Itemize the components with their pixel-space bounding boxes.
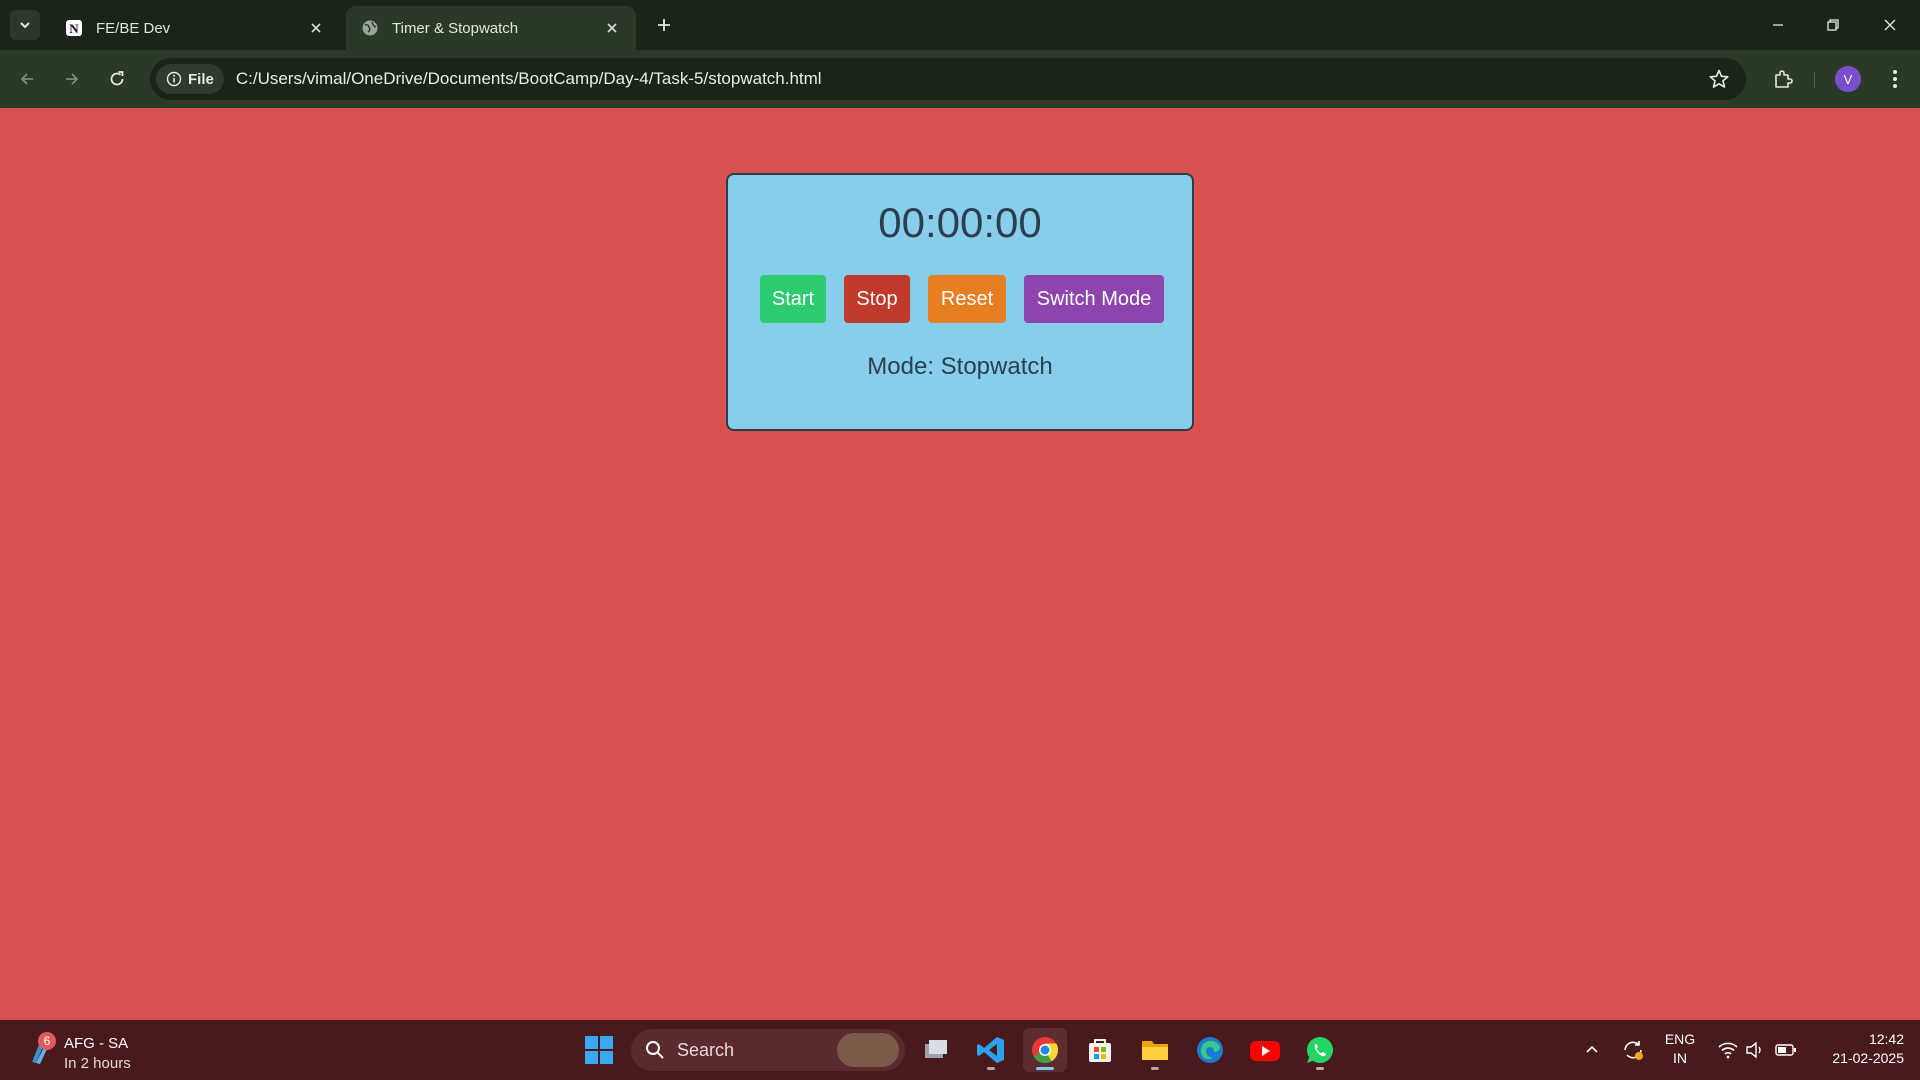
show-hidden-icons-button[interactable] <box>1578 1034 1606 1066</box>
browser-titlebar: N FE/BE Dev Timer & Stopwatch <box>0 0 1920 50</box>
chrome-icon <box>1032 1037 1059 1064</box>
time-display: 00:00:00 <box>878 199 1042 246</box>
clock-time: 12:42 <box>1868 1031 1904 1047</box>
search-icon <box>646 1041 664 1059</box>
microsoft-store-button[interactable] <box>1078 1028 1122 1072</box>
search-placeholder: Search <box>677 1039 735 1060</box>
weather-line-2: In 2 hours <box>64 1055 131 1072</box>
running-indicator <box>1316 1067 1324 1070</box>
arrow-right-icon <box>66 73 79 85</box>
speaker-icon <box>1746 1041 1761 1059</box>
weather-widget[interactable]: 6 AFG - SA In 2 hours <box>22 1026 152 1074</box>
extensions-button[interactable] <box>1768 64 1798 94</box>
arrow-left-icon <box>20 73 33 85</box>
forward-button[interactable] <box>57 64 87 94</box>
close-window-button[interactable] <box>1872 10 1908 40</box>
back-button[interactable] <box>12 64 42 94</box>
browser-toolbar: File C:/Users/vimal/OneDrive/Documents/B… <box>0 50 1920 108</box>
language-code: ENG <box>1664 1031 1696 1047</box>
file-explorer-button[interactable] <box>1133 1028 1177 1072</box>
task-view-button[interactable] <box>914 1028 958 1072</box>
clock-date: 21-02-2025 <box>1832 1050 1904 1066</box>
info-icon <box>166 71 182 87</box>
globe-icon <box>360 18 380 38</box>
svg-text:N: N <box>69 21 79 36</box>
taskbar-search-box[interactable]: Search <box>631 1029 905 1071</box>
whatsapp-taskbar-button[interactable] <box>1298 1028 1342 1072</box>
tab-search-button[interactable] <box>10 10 40 40</box>
address-bar[interactable]: File C:/Users/vimal/OneDrive/Documents/B… <box>150 58 1746 100</box>
control-buttons: Start Stop Reset Switch Mode <box>760 275 1164 323</box>
toolbar-separator <box>1814 72 1815 88</box>
reload-icon <box>110 71 124 86</box>
windows-start-button[interactable] <box>577 1028 621 1072</box>
battery-icon <box>1775 1044 1796 1056</box>
puzzle-icon <box>1775 70 1793 88</box>
reset-button[interactable]: Reset <box>928 275 1006 323</box>
new-tab-button[interactable] <box>652 13 676 37</box>
language-indicator[interactable]: ENG IN <box>1658 1030 1702 1068</box>
vscode-icon <box>977 1037 1004 1063</box>
wifi-icon <box>1718 1042 1738 1059</box>
notification-badge: 6 <box>38 1032 56 1050</box>
restore-button[interactable] <box>1815 10 1851 40</box>
chrome-taskbar-button[interactable] <box>1023 1028 1067 1072</box>
task-view-icon <box>925 1040 947 1058</box>
stop-button[interactable]: Stop <box>844 275 910 323</box>
close-icon[interactable] <box>306 18 326 38</box>
running-indicator <box>1036 1067 1054 1070</box>
microsoft-store-icon <box>1089 1039 1111 1062</box>
start-button[interactable]: Start <box>760 275 826 323</box>
weather-line-1: AFG - SA <box>64 1035 129 1052</box>
running-indicator <box>1151 1067 1159 1070</box>
edge-icon <box>1197 1037 1223 1063</box>
file-explorer-icon <box>1142 1041 1168 1060</box>
browser-menu-button[interactable] <box>1880 64 1910 94</box>
youtube-taskbar-button[interactable] <box>1243 1028 1287 1072</box>
whatsapp-icon <box>1306 1036 1334 1063</box>
wifi-status[interactable] <box>1714 1034 1742 1066</box>
volume-status[interactable] <box>1742 1034 1768 1066</box>
youtube-icon <box>1250 1041 1280 1061</box>
search-highlight-image <box>837 1033 899 1067</box>
url-text[interactable]: C:/Users/vimal/OneDrive/Documents/BootCa… <box>236 69 822 89</box>
bookmark-star-icon[interactable] <box>1708 68 1730 90</box>
minimize-button[interactable] <box>1760 10 1796 40</box>
site-info-label: File <box>188 70 214 88</box>
sync-status-button[interactable] <box>1618 1034 1648 1066</box>
plus-icon <box>658 19 670 31</box>
battery-status[interactable] <box>1772 1034 1800 1066</box>
tab-fe-be-dev[interactable]: N FE/BE Dev <box>50 6 340 50</box>
close-icon <box>1884 19 1896 31</box>
edge-taskbar-button[interactable] <box>1188 1028 1232 1072</box>
reload-button[interactable] <box>102 64 132 94</box>
running-indicator <box>987 1067 995 1070</box>
tab-title: Timer & Stopwatch <box>392 19 519 37</box>
chevron-down-icon <box>20 22 30 29</box>
switch-mode-button[interactable]: Switch Mode <box>1024 275 1164 323</box>
region-code: IN <box>1673 1050 1687 1066</box>
close-icon[interactable] <box>602 18 622 38</box>
sync-icon <box>1624 1041 1643 1060</box>
stopwatch-card: 00:00:00 Start Stop Reset Switch Mode Mo… <box>726 173 1194 431</box>
profile-avatar[interactable]: V <box>1835 66 1861 92</box>
notion-icon: N <box>64 18 84 38</box>
kebab-menu-icon <box>1893 70 1897 88</box>
windows-taskbar: 6 AFG - SA In 2 hours Search ENG IN 12:4… <box>0 1020 1920 1080</box>
restore-icon <box>1827 19 1839 31</box>
site-info-chip[interactable]: File <box>156 64 224 94</box>
tab-timer-stopwatch[interactable]: Timer & Stopwatch <box>346 6 636 50</box>
mode-label: Mode: Stopwatch <box>867 353 1053 380</box>
system-clock[interactable]: 12:42 21-02-2025 <box>1808 1030 1904 1068</box>
windows-start-icon <box>585 1036 613 1064</box>
minimize-icon <box>1773 24 1783 26</box>
chevron-up-icon <box>1586 1045 1598 1053</box>
vscode-taskbar-button[interactable] <box>969 1028 1013 1072</box>
tab-title: FE/BE Dev <box>96 19 171 37</box>
